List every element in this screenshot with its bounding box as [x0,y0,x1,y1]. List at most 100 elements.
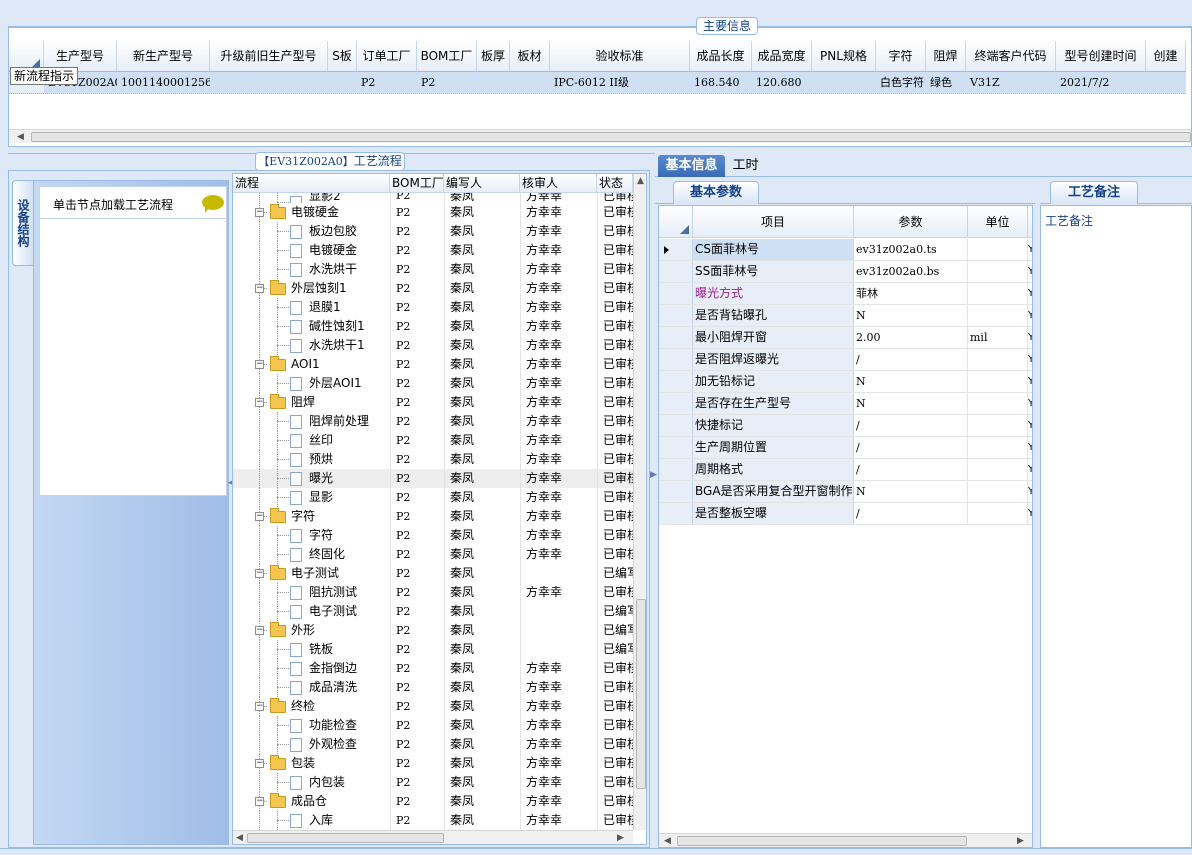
column-header[interactable]: 编写人 [444,174,520,192]
param-value[interactable]: ev31z002a0.bs [854,261,968,282]
scroll-left-icon[interactable]: ◀ [664,836,671,846]
tree-node[interactable]: 水洗烘干1 [233,336,390,355]
column-header[interactable]: 核审人 [520,174,597,192]
process-tree-hscroll-thumb[interactable] [247,833,444,843]
param-row[interactable]: 是否阻焊返曝光/ Y [659,349,1032,371]
tree-row[interactable]: 退膜1 P2秦凤方幸幸已审核 [233,298,633,317]
tree-row[interactable]: 入库 P2秦凤方幸幸已审核 [233,811,633,830]
column-header[interactable]: 流程 [233,174,390,192]
tree-row[interactable]: 显影 P2秦凤方幸幸已审核 [233,488,633,507]
tree-row[interactable]: 水洗烘干1 P2秦凤方幸幸已审核 [233,336,633,355]
param-value[interactable]: N [854,481,968,502]
param-row[interactable]: 加无铅标记N Y [659,371,1032,393]
tree-row[interactable]: − AOI1 P2秦凤方幸幸已审核 [233,355,633,374]
param-value[interactable]: 菲林 [854,283,968,304]
tree-row[interactable]: 电子测试 P2秦凤 已编写 [233,602,633,621]
scroll-right-icon[interactable]: ▶ [617,833,624,843]
collapse-icon[interactable]: − [255,398,264,407]
process-notes-panel[interactable]: 工艺备注 [1040,205,1192,848]
tree-node[interactable]: 显影2 [233,193,390,203]
param-row[interactable]: 快捷标记/ Y [659,415,1032,437]
param-row[interactable]: BGA是否采用复合型开窗制作N Y [659,481,1032,503]
table-cell[interactable] [328,72,357,93]
tree-node[interactable]: 曝光 [233,469,390,488]
param-value[interactable]: / [854,415,968,436]
collapse-icon[interactable]: − [255,797,264,806]
collapse-icon[interactable]: − [255,360,264,369]
tree-row[interactable]: 内包装 P2秦凤方幸幸已审核 [233,773,633,792]
param-value[interactable]: N [854,371,968,392]
collapse-icon[interactable]: − [255,702,264,711]
basic-params-scroll-thumb[interactable] [677,836,967,846]
table-cell[interactable] [510,72,550,93]
tree-node[interactable]: 外观检查 [233,735,390,754]
tree-node[interactable]: 阻焊前处理 [233,412,390,431]
tree-row[interactable]: 水洗烘干 P2秦凤方幸幸已审核 [233,260,633,279]
param-row[interactable]: SS面菲林号ev31z002a0.bs Y [659,261,1032,283]
table-cell[interactable]: 2021/7/2 [1056,72,1146,93]
tree-node[interactable]: − 终检 [233,697,390,716]
column-header[interactable]: 板材 [510,41,550,71]
tree-node[interactable]: 碱性蚀刻1 [233,317,390,336]
table-cell[interactable]: 168.540 [690,72,752,93]
param-row[interactable]: 生产周期位置/ Y [659,437,1032,459]
column-header[interactable]: 终端客户代码 [966,41,1056,71]
scroll-left-icon[interactable]: ◀ [17,132,24,142]
tree-node[interactable]: 水洗烘干 [233,260,390,279]
tree-row[interactable]: − 外层蚀刻1 P2秦凤方幸幸已审核 [233,279,633,298]
param-row[interactable]: 是否背钻曝孔N Y [659,305,1032,327]
param-row[interactable]: 曝光方式菲林 Y [659,283,1032,305]
tree-node[interactable]: − 外形 [233,621,390,640]
tree-node[interactable]: 外层AOI1 [233,374,390,393]
tab-work-hours[interactable]: 工时 [728,155,763,177]
tree-row[interactable]: 阻焊前处理 P2秦凤方幸幸已审核 [233,412,633,431]
column-header[interactable]: 阻焊 [926,41,966,71]
node-tree-area[interactable] [39,219,227,496]
collapse-icon[interactable]: − [255,626,264,635]
tree-row[interactable]: 显影2 P2秦凤方幸幸已审核 [233,193,633,203]
column-header[interactable]: 参数 [854,206,968,237]
tree-node[interactable]: 电镀硬金 [233,241,390,260]
table-cell[interactable]: P2 [357,72,417,93]
param-value[interactable]: ev31z002a0.ts [854,239,968,260]
scroll-right-icon[interactable]: ▶ [1017,836,1024,846]
process-tree-vscrollbar[interactable]: ▲ [633,174,646,830]
column-header[interactable]: BOM工厂 [417,41,477,71]
tree-node[interactable]: 终固化 [233,545,390,564]
tree-node[interactable]: 显影 [233,488,390,507]
collapse-icon[interactable]: − [255,512,264,521]
table-cell[interactable]: V31Z [966,72,1056,93]
column-header[interactable]: 成品宽度 [752,41,812,71]
node-hint-bar[interactable]: 单击节点加载工艺流程 [39,186,227,219]
tree-row[interactable]: 碱性蚀刻1 P2秦凤方幸幸已审核 [233,317,633,336]
tree-row[interactable]: 电镀硬金 P2秦凤方幸幸已审核 [233,241,633,260]
tree-row[interactable]: 成品清洗 P2秦凤方幸幸已审核 [233,678,633,697]
tree-row[interactable]: 字符 P2秦凤方幸幸已审核 [233,526,633,545]
tab-basic-params[interactable]: 基本参数 [673,181,759,204]
table-cell[interactable]: P2 [417,72,477,93]
collapse-icon[interactable]: − [255,759,264,768]
tree-node[interactable]: 铣板 [233,640,390,659]
tree-node[interactable]: 成品清洗 [233,678,390,697]
tree-node[interactable]: 退膜1 [233,298,390,317]
tab-process-notes[interactable]: 工艺备注 [1050,181,1138,204]
table-cell[interactable] [1146,72,1186,93]
param-value[interactable]: / [854,503,968,524]
table-cell[interactable]: 120.680 [752,72,812,93]
tree-row[interactable]: − 电子测试 P2秦凤 已编写 [233,564,633,583]
main-info-scroll-thumb[interactable] [31,132,1191,142]
table-cell[interactable]: 白色字符 [876,72,926,93]
tree-row[interactable]: 金指倒边 P2秦凤方幸幸已审核 [233,659,633,678]
tab-basic-info[interactable]: 基本信息 [658,155,725,177]
tree-node[interactable]: − 电子测试 [233,564,390,583]
tree-node[interactable]: − AOI1 [233,355,390,374]
tree-row[interactable]: 外观检查 P2秦凤方幸幸已审核 [233,735,633,754]
column-header[interactable]: 新生产型号 [117,41,210,71]
process-tree-vscroll-thumb[interactable] [636,599,646,789]
basic-params-hscrollbar[interactable]: ◀ ▶ [659,833,1032,847]
main-info-row[interactable]: EV31Z002A0 10011400012568 P2 P2 IPC-6012 II级… [9,72,1186,94]
column-header[interactable]: 成品长度 [690,41,752,71]
tree-node[interactable]: 丝印 [233,431,390,450]
tree-node[interactable]: 字符 [233,526,390,545]
param-row[interactable]: 周期格式/ Y [659,459,1032,481]
